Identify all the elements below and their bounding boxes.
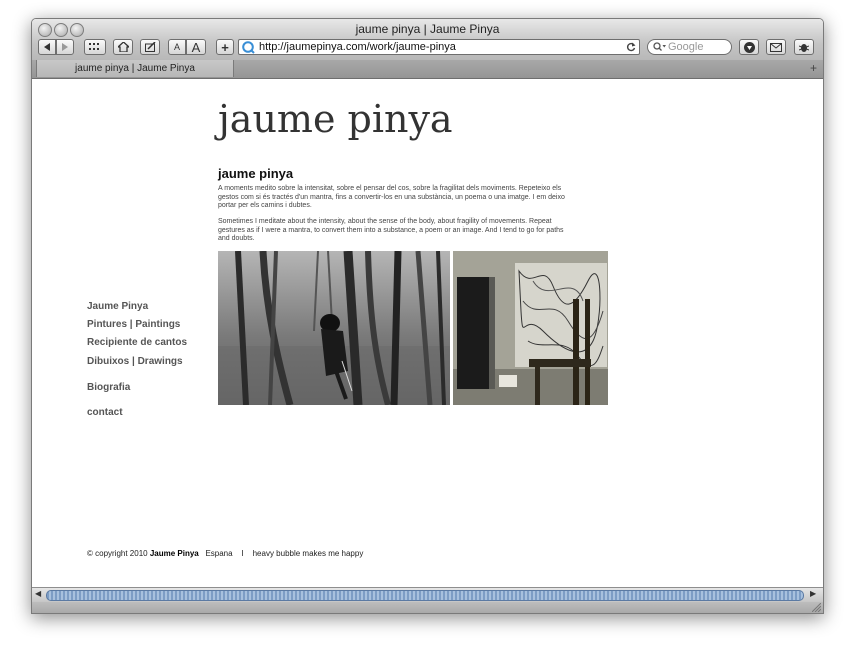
site-title[interactable]: jaume pinya [218,97,453,141]
pencil-icon [144,42,156,52]
artwork-photo-studio[interactable] [453,251,608,405]
forest-photo-image [218,251,450,405]
search-field[interactable]: Google [647,39,732,55]
window-title: jaume pinya | Jaume Pinya [355,22,500,36]
search-icon [653,42,666,51]
home-icon [117,42,129,52]
tab-bar: jaume pinya | Jaume Pinya + [32,60,823,79]
bug-report-button[interactable] [794,39,814,55]
nav-item-contact[interactable]: contact [87,407,123,418]
footer-name: Jaume Pinya [149,549,199,558]
studio-photo-image [453,251,608,405]
footer-country: Espana [205,549,233,558]
nav-item-biografia[interactable]: Biografia [87,382,130,393]
scroll-left-icon[interactable]: ◀ [35,589,41,598]
search-placeholder: Google [668,41,704,53]
reload-icon[interactable] [626,42,636,52]
show-all-bookmarks-button[interactable] [84,39,106,55]
resize-grip-icon[interactable] [812,603,821,612]
nav-item-jaume-pinya[interactable]: Jaume Pinya [87,301,148,312]
font-larger-button[interactable]: A [186,39,206,55]
horizontal-scrollbar[interactable]: ◀ ▶ [32,587,823,602]
download-icon [743,41,755,53]
home-button[interactable] [113,39,133,55]
back-button[interactable] [38,39,56,55]
grid-icon [89,43,99,50]
artwork-photo-forest[interactable] [218,251,450,405]
scroll-right-icon[interactable]: ▶ [810,589,816,598]
footer-tagline[interactable]: heavy bubble makes me happy [253,549,364,558]
mail-button[interactable] [766,39,786,55]
site-favicon-icon [242,41,255,54]
page-heading: jaume pinya [218,166,294,181]
url-text: http://jaumepinya.com/work/jaume-pinya [259,41,456,53]
nav-item-recipiente[interactable]: Recipiente de cantos [87,337,187,348]
forward-arrow-icon [62,43,68,51]
edit-button[interactable] [140,39,160,55]
scrollbar-thumb[interactable] [46,590,804,601]
address-bar[interactable]: http://jaumepinya.com/work/jaume-pinya [238,39,640,55]
forward-button[interactable] [56,39,74,55]
back-arrow-icon [44,43,50,51]
nav-item-paintings[interactable]: Pintures | Paintings [87,319,180,330]
footer-copyright: © copyright 2010 [87,549,148,558]
nav-item-drawings[interactable]: Dibuixos | Drawings [87,356,183,367]
intro-paragraph-english: Sometimes I meditate about the intensity… [218,218,564,242]
new-tab-button[interactable]: + [810,61,817,75]
intro-paragraph-catalan: A moments medito sobre la intensitat, so… [218,185,565,209]
downloads-button[interactable] [739,39,759,55]
title-bar: jaume pinya | Jaume Pinya A A + http://j… [32,19,823,61]
font-smaller-button[interactable]: A [168,39,186,55]
footer-separator: I [241,549,244,558]
footer: © copyright 2010 Jaume Pinya Espana I he… [87,549,363,558]
tab-active[interactable]: jaume pinya | Jaume Pinya [36,60,234,77]
browser-window: jaume pinya | Jaume Pinya A A + http://j… [31,18,824,614]
bug-icon [799,43,809,52]
page-content: jaume pinya jaume pinya A moments medito… [32,79,823,587]
status-bar [32,602,823,613]
add-bookmark-button[interactable]: + [216,39,234,55]
mail-icon [770,42,782,52]
